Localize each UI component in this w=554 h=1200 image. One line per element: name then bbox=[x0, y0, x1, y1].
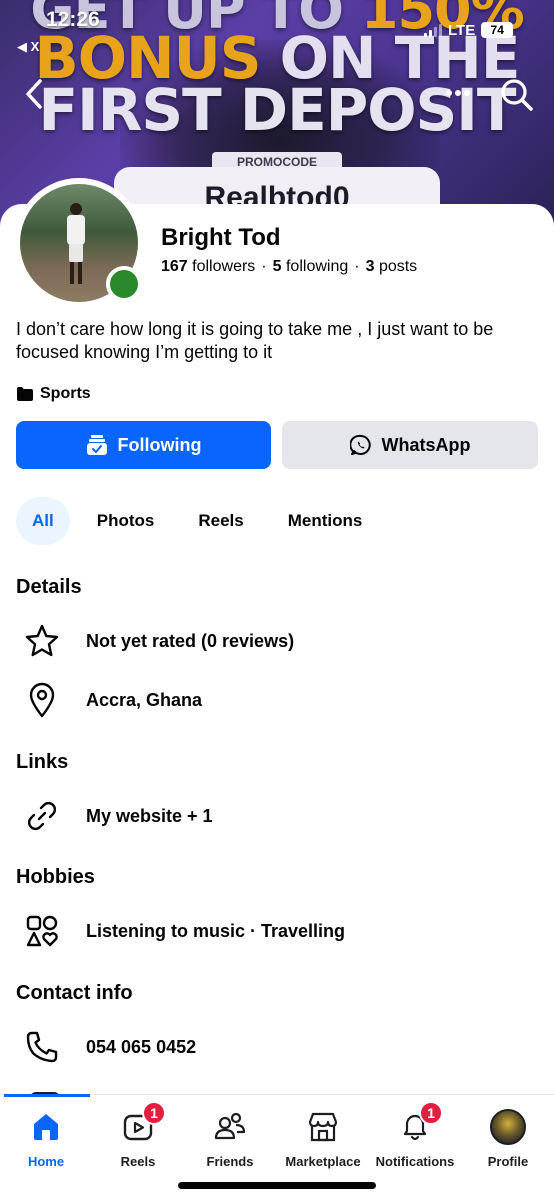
nav-notifications[interactable]: 1 Notifications bbox=[373, 1095, 457, 1175]
nav-profile[interactable]: Profile bbox=[483, 1095, 533, 1175]
reels-badge: 1 bbox=[142, 1101, 166, 1125]
followers-label[interactable]: followers bbox=[192, 258, 255, 275]
online-status-dot bbox=[106, 266, 142, 302]
notifications-badge: 1 bbox=[419, 1101, 443, 1125]
search-icon[interactable] bbox=[500, 78, 534, 112]
nav-reels[interactable]: 1 Reels bbox=[113, 1095, 166, 1175]
profile-category: Sports bbox=[16, 383, 91, 405]
following-label[interactable]: following bbox=[286, 258, 348, 275]
star-icon bbox=[22, 621, 62, 661]
location-row[interactable]: Accra, Ghana bbox=[22, 680, 202, 720]
phone-row[interactable]: 054 065 0452 bbox=[22, 1027, 196, 1067]
nav-friends[interactable]: Friends bbox=[200, 1095, 260, 1175]
nav-marketplace-label: Marketplace bbox=[285, 1154, 361, 1169]
website-link[interactable]: My website + 1 bbox=[86, 806, 213, 827]
following-button-label: Following bbox=[117, 434, 202, 455]
more-options-icon[interactable] bbox=[444, 78, 472, 108]
posts-count: 3 bbox=[365, 258, 375, 275]
followers-count[interactable]: 167 bbox=[161, 258, 188, 275]
profile-avatar-icon bbox=[488, 1107, 528, 1147]
nav-reels-label: Reels bbox=[120, 1154, 156, 1169]
rating-row[interactable]: Not yet rated (0 reviews) bbox=[22, 621, 294, 661]
status-indicators: LTE 74 bbox=[424, 20, 514, 40]
back-arrow-icon[interactable] bbox=[20, 77, 50, 111]
network-type: LTE bbox=[448, 21, 476, 39]
tab-all[interactable]: All bbox=[16, 497, 70, 545]
following-button[interactable]: Following bbox=[16, 421, 271, 469]
hobbies-icon bbox=[22, 911, 62, 951]
hobbies-title: Hobbies bbox=[16, 866, 95, 888]
rating-text: Not yet rated (0 reviews) bbox=[86, 630, 295, 651]
marketplace-icon bbox=[303, 1107, 343, 1147]
nav-friends-label: Friends bbox=[206, 1154, 254, 1169]
category-icon bbox=[17, 387, 33, 401]
whatsapp-icon bbox=[349, 434, 371, 455]
tab-reels[interactable]: Reels bbox=[198, 497, 243, 545]
following-count[interactable]: 5 bbox=[273, 258, 282, 275]
signal-icon bbox=[424, 23, 442, 37]
location-pin-icon bbox=[22, 680, 62, 720]
category-label: Sports bbox=[40, 385, 91, 402]
profile-name: Bright Tod bbox=[161, 224, 281, 251]
nav-notifications-label: Notifications bbox=[375, 1154, 455, 1169]
status-back-to-app[interactable]: ◀ X bbox=[17, 39, 39, 55]
home-icon bbox=[26, 1107, 66, 1147]
home-indicator bbox=[178, 1182, 376, 1189]
phone-icon bbox=[22, 1027, 62, 1067]
website-row[interactable]: My website + 1 bbox=[22, 796, 213, 836]
hobbies-text: Listening to music · Travelling bbox=[86, 920, 346, 941]
profile-tabs: All Photos Reels Mentions bbox=[16, 497, 362, 545]
friends-icon bbox=[210, 1107, 250, 1147]
nav-marketplace[interactable]: Marketplace bbox=[282, 1095, 364, 1175]
nav-home[interactable]: Home bbox=[21, 1095, 71, 1175]
hobbies-row[interactable]: Listening to music · Travelling bbox=[22, 911, 345, 951]
whatsapp-button-label: WhatsApp bbox=[381, 434, 471, 455]
details-title: Details bbox=[16, 576, 82, 598]
nav-home-label: Home bbox=[27, 1154, 65, 1169]
status-time: 12:26 bbox=[46, 8, 100, 31]
links-title: Links bbox=[16, 751, 69, 773]
profile-bio: I don’t care how long it is going to tak… bbox=[16, 319, 494, 362]
profile-stats: 167 followers · 5 following · 3 posts bbox=[161, 258, 418, 275]
bell-icon: 1 bbox=[395, 1101, 443, 1147]
profile-thumbnail bbox=[490, 1109, 526, 1145]
battery-icon: 74 bbox=[481, 22, 514, 38]
link-icon bbox=[22, 796, 62, 836]
following-icon bbox=[86, 435, 107, 455]
reels-icon: 1 bbox=[118, 1101, 166, 1147]
tab-photos[interactable]: Photos bbox=[97, 497, 155, 545]
contact-title: Contact info bbox=[16, 982, 133, 1004]
nav-profile-label: Profile bbox=[487, 1154, 529, 1169]
posts-label: posts bbox=[378, 258, 418, 275]
tab-mentions[interactable]: Mentions bbox=[288, 497, 363, 545]
whatsapp-button[interactable]: WhatsApp bbox=[282, 421, 538, 469]
location-text: Accra, Ghana bbox=[86, 689, 203, 710]
phone-number[interactable]: 054 065 0452 bbox=[86, 1037, 196, 1058]
